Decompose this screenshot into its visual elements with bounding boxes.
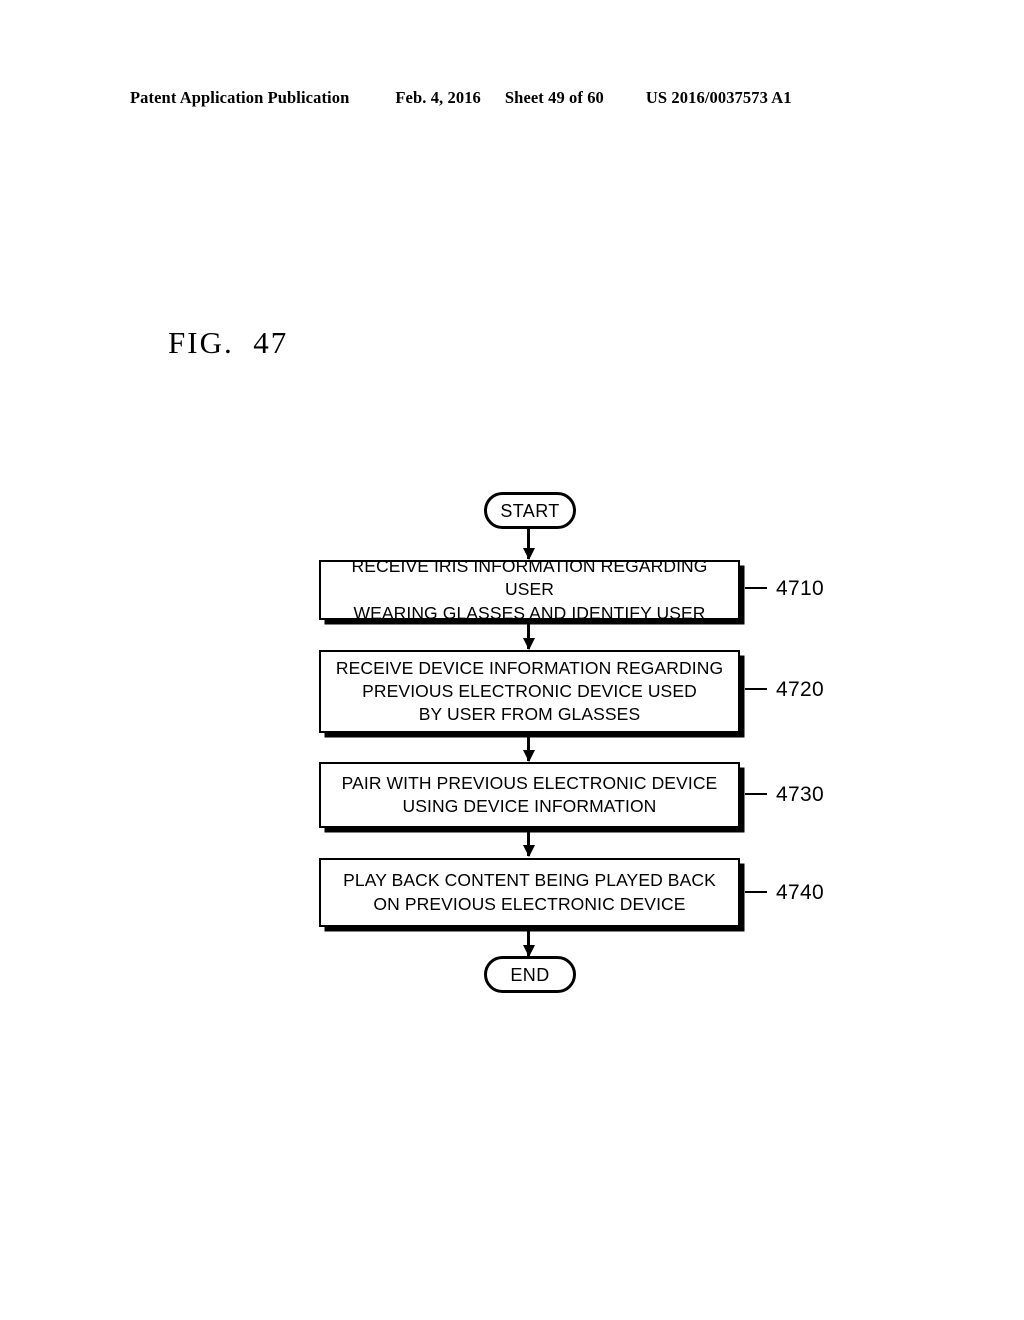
reference-number-4730: 4730 [776, 783, 824, 806]
flow-start-node: START [484, 492, 576, 529]
flow-step-4730-text: PAIR WITH PREVIOUS ELECTRONIC DEVICE USI… [332, 772, 728, 818]
flow-step-4730: PAIR WITH PREVIOUS ELECTRONIC DEVICE USI… [319, 762, 740, 828]
flow-step-4720: RECEIVE DEVICE INFORMATION REGARDING PRE… [319, 650, 740, 733]
reference-number-4720: 4720 [776, 678, 824, 701]
reference-label-4720: 4720 [745, 678, 824, 702]
connector-step-2-to-step-3 [527, 733, 530, 761]
flow-step-4720-line-2: PREVIOUS ELECTRONIC DEVICE USED [362, 680, 697, 701]
flow-step-4720-line-3: BY USER FROM GLASSES [418, 704, 641, 725]
reference-label-4730: 4730 [745, 783, 824, 807]
flow-step-4720-text: RECEIVE DEVICE INFORMATION REGARDING PRE… [326, 657, 733, 726]
reference-number-4740: 4740 [776, 881, 824, 904]
connector-step-4-to-end [527, 927, 530, 956]
leader-line-icon [745, 891, 767, 893]
flow-step-4740-text: PLAY BACK CONTENT BEING PLAYED BACK ON P… [333, 869, 726, 915]
flow-step-4730-line-2: USING DEVICE INFORMATION [402, 796, 657, 816]
reference-label-4740: 4740 [745, 881, 824, 905]
connector-step-3-to-step-4 [527, 828, 530, 856]
flow-start-label: START [500, 500, 560, 521]
flow-step-4740-line-1: PLAY BACK CONTENT BEING PLAYED BACK [343, 870, 716, 891]
reference-number-4710: 4710 [776, 577, 824, 600]
flow-step-4740: PLAY BACK CONTENT BEING PLAYED BACK ON P… [319, 858, 740, 927]
leader-line-icon [745, 688, 767, 690]
leader-line-icon [745, 587, 767, 589]
flowchart: START RECEIVE IRIS INFORMATION REGARDING… [0, 0, 1024, 1320]
flow-step-4730-line-1: PAIR WITH PREVIOUS ELECTRONIC DEVICE [341, 772, 718, 793]
flow-step-4720-line-1: RECEIVE DEVICE INFORMATION REGARDING [335, 657, 724, 678]
flow-end-label: END [510, 964, 550, 985]
flow-step-4740-line-2: ON PREVIOUS ELECTRONIC DEVICE [373, 893, 686, 914]
flow-end-node: END [484, 956, 576, 993]
connector-step-1-to-step-2 [527, 620, 530, 649]
reference-label-4710: 4710 [745, 577, 824, 601]
flow-step-4710-line-1: RECEIVE IRIS INFORMATION REGARDING USER [351, 556, 708, 600]
leader-line-icon [745, 793, 767, 795]
flow-step-4710-text: RECEIVE IRIS INFORMATION REGARDING USER … [321, 555, 738, 624]
flow-step-4710: RECEIVE IRIS INFORMATION REGARDING USER … [319, 556, 740, 623]
